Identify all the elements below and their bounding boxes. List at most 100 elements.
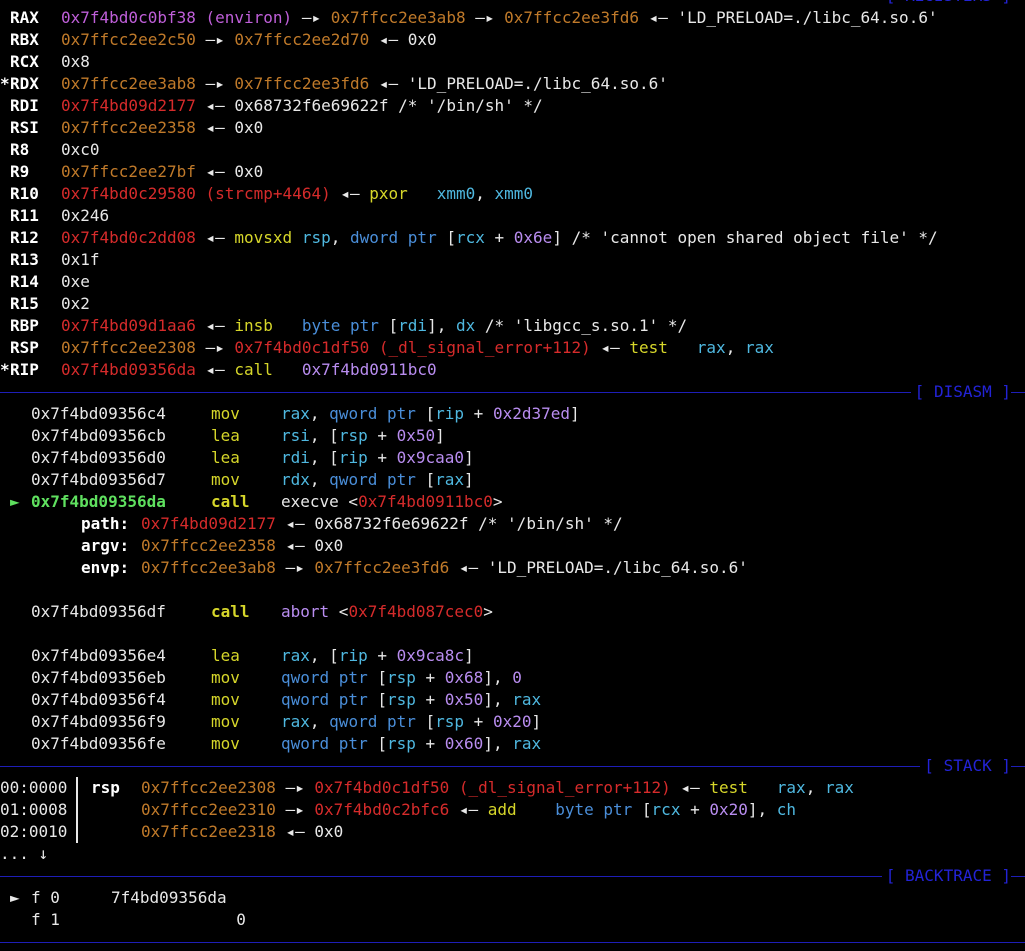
section-title: [ BACKTRACE ] bbox=[881, 865, 1011, 887]
operand-segment: ], bbox=[483, 668, 513, 687]
operand-segment: qword ptr bbox=[281, 690, 368, 709]
argument-value: 0x7f4bd09d2177 ◂— 0x68732f6e69622f /* '/… bbox=[141, 513, 623, 535]
operand-segment: rax bbox=[435, 470, 465, 489]
separator-rule bbox=[0, 876, 1025, 877]
register-value-segment: 0x7f4bd0c2dd08 bbox=[61, 228, 196, 247]
register-value-segment: ◂— 0x0 bbox=[195, 118, 264, 137]
register-value-segment: 0x7ffcc2ee2358 bbox=[61, 118, 196, 137]
instruction-operands: rax, qword ptr [rsp + 0x20] bbox=[281, 711, 541, 733]
disasm-row: 0x7f4bd09356f9 mov rax, qword ptr [rsp + 0… bbox=[0, 711, 1025, 733]
frame-address: 7f4bd09356da bbox=[111, 888, 227, 907]
disasm-row: 0x7f4bd09356cb lea rsi, [rsp + 0x50] bbox=[0, 425, 1025, 447]
register-row: R11 0x246 bbox=[0, 205, 1025, 227]
stack-value-segment: rax bbox=[824, 778, 854, 797]
operand-segment: ] bbox=[464, 646, 474, 665]
stack-value-segment: 0x20 bbox=[709, 800, 748, 819]
instruction-mnemonic: call bbox=[211, 492, 250, 511]
register-name: RAX bbox=[10, 8, 39, 27]
register-name: RIP bbox=[10, 360, 39, 379]
register-value-segment: dword ptr bbox=[350, 228, 437, 247]
separator-rule bbox=[0, 392, 1025, 393]
register-value-segment: test bbox=[629, 338, 668, 357]
disasm-row: 0x7f4bd09356c4 mov rax, qword ptr [rip + 0… bbox=[0, 403, 1025, 425]
operand-segment: rsp bbox=[386, 734, 416, 753]
argument-value-segment: ◂— 'LD_PRELOAD=./libc_64.so.6' bbox=[449, 558, 748, 577]
stack-value-segment: 0x7ffcc2ee2310 bbox=[141, 800, 276, 819]
operand-segment: + bbox=[415, 734, 445, 753]
argument-value-segment: 0x7f4bd09d2177 bbox=[141, 514, 276, 533]
operand-segment: 0x9ca8c bbox=[396, 646, 465, 665]
instruction-operands: qword ptr [rsp + 0x50], rax bbox=[281, 689, 541, 711]
backtrace-header: [ BACKTRACE ] bbox=[0, 865, 1025, 887]
register-value-segment: rcx bbox=[455, 228, 485, 247]
instruction-operands: qword ptr [rsp + 0x60], rax bbox=[281, 733, 541, 755]
register-value-segment bbox=[273, 360, 302, 379]
stack-value-segment: 0x7ffcc2ee2318 bbox=[141, 822, 276, 841]
register-value-segment: byte ptr bbox=[301, 316, 379, 335]
register-row: RCX 0x8 bbox=[0, 51, 1025, 73]
register-value-segment: 0x2 bbox=[61, 294, 90, 313]
register-value-segment: —▸ bbox=[195, 74, 235, 93]
register-value-segment: 0x1f bbox=[61, 250, 100, 269]
operand-segment: + bbox=[415, 690, 445, 709]
operand-segment: 0x50 bbox=[396, 426, 436, 445]
register-value-segment: —▸ bbox=[195, 30, 235, 49]
stack-value-segment bbox=[748, 778, 777, 797]
section-title: [ STACK ] bbox=[920, 755, 1011, 777]
register-value: 0x1f bbox=[61, 249, 100, 271]
register-value-segment: insb bbox=[234, 316, 273, 335]
operand-segment: 0x2d37ed bbox=[492, 404, 571, 423]
register-name: RDI bbox=[10, 96, 39, 115]
operand-segment: rsp bbox=[386, 668, 416, 687]
register-value-segment: —▸ bbox=[292, 8, 331, 27]
register-value-segment: 0xe bbox=[61, 272, 90, 291]
argument-name: envp: bbox=[81, 558, 130, 577]
register-name: RSI bbox=[10, 118, 39, 137]
register-value-segment: ◂— 0x0 bbox=[369, 30, 437, 49]
operand-segment: ], bbox=[483, 690, 513, 709]
operand-segment: qword ptr bbox=[329, 712, 416, 731]
instruction-address: 0x7f4bd09356d7 bbox=[31, 470, 166, 489]
section-title: [ REGISTERS ] bbox=[881, 0, 1011, 7]
stack-offset: 01:0008 bbox=[0, 800, 68, 819]
instruction-operands: rdi, [rip + 0x9caa0] bbox=[281, 447, 474, 469]
register-value-segment: 0x7ffcc2ee2308 bbox=[61, 338, 196, 357]
register-value-segment: xmm0 bbox=[494, 184, 534, 203]
register-value-segment: 0x246 bbox=[61, 206, 110, 225]
instruction-address: 0x7f4bd09356d0 bbox=[31, 448, 166, 467]
stack-value-segment: [ bbox=[632, 800, 652, 819]
register-value-segment bbox=[292, 228, 302, 247]
instruction-operands: qword ptr [rsp + 0x68], 0 bbox=[281, 667, 522, 689]
disasm-row: 0x7f4bd09356fe mov qword ptr [rsp + 0x60],… bbox=[0, 733, 1025, 755]
register-value-segment: ] /* 'cannot open shared object file' */ bbox=[552, 228, 938, 247]
operand-segment: + bbox=[464, 404, 493, 423]
register-value: 0x7ffcc2ee2358 ◂— 0x0 bbox=[61, 117, 263, 139]
disasm-header: [ DISASM ] bbox=[0, 381, 1025, 403]
operand-segment: + bbox=[367, 426, 397, 445]
register-value: 0xc0 bbox=[61, 139, 100, 161]
operand-segment: [ bbox=[415, 712, 436, 731]
register-value-segment: 0x7f4bd0c29580 (strcmp+4464) bbox=[61, 184, 331, 203]
register-value-segment: ◂— bbox=[195, 316, 235, 335]
operand-segment: rip bbox=[338, 448, 368, 467]
separator-rule bbox=[0, 766, 1025, 767]
register-value-segment: [ bbox=[378, 316, 399, 335]
operand-segment: [ bbox=[367, 690, 387, 709]
operand-segment: rax bbox=[512, 734, 542, 753]
stack-value-segment: add bbox=[487, 800, 517, 819]
operand-segment: [ bbox=[367, 668, 387, 687]
stack-value: 0x7ffcc2ee2310 —▸ 0x7f4bd0c2bfc6 ◂— add … bbox=[141, 799, 796, 821]
register-value: 0x7f4bd09356da ◂— call 0x7f4bd0911bc0 bbox=[61, 359, 437, 381]
stack-value-segment: ch bbox=[776, 800, 797, 819]
register-value-segment: xmm0 bbox=[436, 184, 476, 203]
register-value-segment: —▸ bbox=[465, 8, 505, 27]
operand-segment: ] bbox=[435, 426, 445, 445]
register-value: 0x7ffcc2ee27bf ◂— 0x0 bbox=[61, 161, 263, 183]
call-argument-row: path: 0x7f4bd09d2177 ◂— 0x68732f6e69622f … bbox=[0, 513, 1025, 535]
register-row: RSP 0x7ffcc2ee2308 —▸ 0x7f4bd0c1df50 (_dl… bbox=[0, 337, 1025, 359]
register-value-segment: 0x7ffcc2ee2d70 bbox=[234, 30, 370, 49]
operand-segment: , [ bbox=[309, 646, 339, 665]
register-value-segment: 0x7f4bd0c0bf38 (environ) bbox=[61, 8, 293, 27]
stack-more-indicator: ... ↓ bbox=[0, 844, 49, 863]
register-name: R15 bbox=[10, 294, 39, 313]
